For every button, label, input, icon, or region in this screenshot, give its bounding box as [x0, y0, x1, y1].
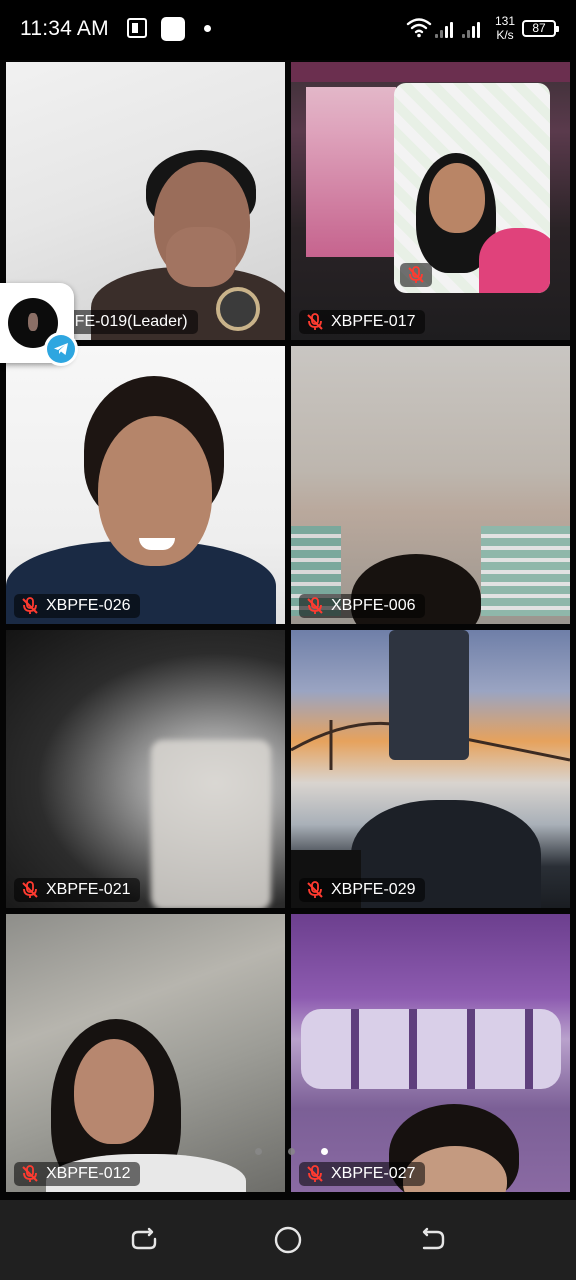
participant-name-tag: XBPFE-006 [299, 594, 426, 618]
participant-name: XBPFE-026 [46, 597, 131, 614]
participant-name: XBPFE-029 [331, 881, 416, 898]
page-dot[interactable] [287, 1148, 295, 1155]
wifi-icon [406, 18, 432, 38]
participant-name: XBPFE-017 [331, 313, 416, 330]
mic-off-icon [307, 881, 323, 898]
mic-off-icon [307, 597, 323, 614]
video-tile[interactable]: XBPFE-026 [6, 346, 285, 624]
mic-off-icon [22, 597, 38, 614]
navigation-bar [0, 1200, 576, 1280]
mic-off-icon [22, 881, 38, 898]
more-notifications-icon [204, 25, 211, 32]
mic-off-icon [408, 266, 424, 283]
page-indicator[interactable] [0, 1148, 576, 1160]
participant-name: XBPFE-006 [331, 597, 416, 614]
participant-name: PFE-019(Leader) [64, 313, 188, 330]
video-tile[interactable]: XBPFE-006 [291, 346, 570, 624]
recent-apps-icon[interactable] [129, 1225, 159, 1255]
participant-name: XBPFE-021 [46, 881, 131, 898]
participant-name: XBPFE-027 [331, 1165, 416, 1182]
video-feed [6, 346, 285, 624]
floating-chat-bubble[interactable] [0, 283, 78, 366]
video-grid: PFE-019(Leader) XBPFE-017 XBPFE-026 XBPF… [0, 60, 576, 1200]
participant-name-tag: XBPFE-029 [299, 878, 426, 902]
mic-off-icon [307, 313, 323, 330]
telegram-icon [44, 332, 78, 366]
mic-off-icon [22, 1165, 38, 1182]
participant-name-tag: PFE-019(Leader) [54, 310, 198, 334]
participant-name-tag: XBPFE-026 [14, 594, 141, 618]
video-feed [291, 630, 570, 908]
page-dot[interactable] [254, 1148, 262, 1155]
video-tile[interactable]: XBPFE-021 [6, 630, 285, 908]
participant-name: XBPFE-012 [46, 1165, 131, 1182]
back-icon[interactable] [417, 1225, 447, 1255]
signal-strength-2-icon [462, 20, 480, 38]
participant-name-tag: XBPFE-012 [14, 1162, 141, 1186]
signal-strength-icon [435, 20, 453, 38]
video-tile[interactable]: XBPFE-029 [291, 630, 570, 908]
video-tile[interactable]: XBPFE-017 [291, 62, 570, 340]
battery-icon: 87 [522, 20, 559, 37]
participant-name-tag: XBPFE-027 [299, 1162, 426, 1186]
self-view-pip[interactable] [394, 83, 550, 293]
parking-notification-icon [127, 18, 147, 38]
page-dot-active[interactable] [320, 1148, 328, 1155]
status-time: 11:34 AM [20, 17, 109, 40]
mic-off-icon [307, 1165, 323, 1182]
status-bar: 11:34 AM 131 K/s 87 [0, 0, 576, 60]
video-feed [6, 630, 285, 908]
network-speed: 131 K/s [494, 14, 516, 42]
video-feed [291, 346, 570, 624]
participant-name-tag: XBPFE-021 [14, 878, 141, 902]
home-icon[interactable] [273, 1225, 303, 1255]
participant-name-tag: XBPFE-017 [299, 310, 426, 334]
app-notification-icon [161, 17, 185, 41]
self-mic-status [400, 263, 432, 287]
